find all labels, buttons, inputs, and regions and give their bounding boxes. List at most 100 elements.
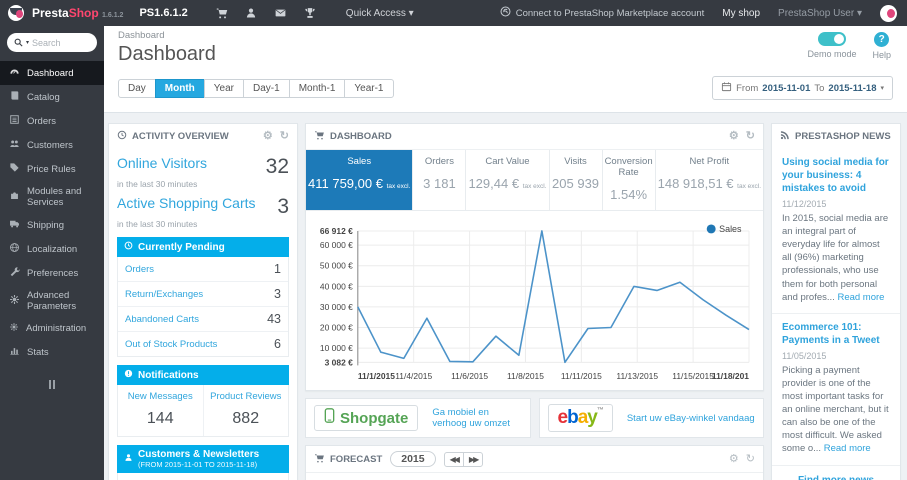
filter-month-1-button[interactable]: Month-1 (288, 78, 346, 98)
sidebar-item-dashboard[interactable]: Dashboard (0, 61, 104, 85)
tag-icon (9, 162, 20, 176)
panel-refresh-icon[interactable]: ↻ (746, 131, 755, 142)
search-input[interactable] (32, 37, 89, 48)
new-messages-cell[interactable]: New Messages 144 (118, 385, 203, 436)
kpi-tab-net-profit[interactable]: Net Profit 148 918,51 € tax excl. (656, 150, 763, 210)
active-carts-value: 3 (277, 195, 289, 218)
svg-text:40 000 €: 40 000 € (320, 281, 353, 291)
sidebar-item-preferences[interactable]: Preferences (0, 261, 104, 285)
panel-title: FORECAST (330, 453, 383, 465)
read-more-link[interactable]: Read more (824, 443, 871, 454)
gauge-icon (9, 66, 20, 80)
find-more-news-link[interactable]: Find more news (772, 464, 900, 480)
demo-mode-control: Demo mode (807, 32, 856, 60)
notifications-header: Notifications (117, 365, 289, 385)
marketplace-link[interactable]: Connect to PrestaShop Marketplace accoun… (500, 6, 704, 20)
panel-title: ACTIVITY OVERVIEW (132, 131, 229, 142)
pending-row-returns: Return/Exchanges 3 (118, 282, 288, 307)
brand-name: PrestaShop 1.6.1.2 (32, 6, 124, 20)
sidebar-item-shipping[interactable]: Shipping (0, 213, 104, 237)
sidebar-item-label: Catalog (27, 91, 60, 103)
kpi-tab-cart-value[interactable]: Cart Value 129,44 € tax excl. (466, 150, 550, 210)
svg-text:50 000 €: 50 000 € (320, 261, 353, 271)
forecast-year[interactable]: 2015 (390, 451, 436, 468)
people-icon (9, 138, 20, 152)
chevron-down-icon: ▾ (880, 85, 884, 92)
cart-icon[interactable] (216, 7, 228, 19)
news-article: Ecommerce 101: Payments in a Tweet 11/05… (772, 312, 900, 465)
breadcrumb[interactable]: Dashboard (118, 30, 893, 41)
news-article-date: 11/12/2015 (782, 199, 827, 209)
pending-row-orders: Orders 1 (118, 257, 288, 282)
prestashop-logo-icon (8, 5, 24, 21)
book-icon (9, 90, 20, 104)
sidebar-item-label: Advanced Parameters (27, 290, 77, 312)
kpi-tab-conversion-rate[interactable]: Conversion Rate 1.54% (603, 150, 656, 210)
shopgate-ad[interactable]: Shopgate Ga mobiel en verhoog uw omzet (305, 398, 531, 439)
panel-settings-icon[interactable]: ⚙ (729, 453, 739, 465)
active-carts-link[interactable]: Active Shopping Carts (117, 195, 256, 211)
bar-chart-icon (9, 345, 20, 359)
sidebar-item-price-rules[interactable]: Price Rules (0, 157, 104, 181)
svg-text:11/18/201: 11/18/201 (712, 371, 749, 381)
sidebar-item-modules[interactable]: Modules and Services (0, 181, 104, 213)
clock-icon (124, 241, 133, 253)
my-shop-link[interactable]: My shop (722, 8, 760, 19)
sidebar-item-administration[interactable]: Administration (0, 317, 104, 340)
news-article-title[interactable]: Ecommerce 101: Payments in a Tweet (782, 321, 890, 347)
panel-refresh-icon[interactable]: ↻ (746, 453, 755, 465)
demo-mode-label: Demo mode (807, 49, 857, 59)
panel-refresh-icon[interactable]: ↻ (280, 131, 289, 142)
forecast-next-button[interactable]: ▶▶ (462, 451, 484, 467)
user-menu[interactable]: PrestaShop User ▾ (778, 8, 862, 19)
online-visitors-value: 32 (265, 155, 289, 178)
envelope-icon[interactable] (274, 7, 287, 19)
ebay-ad-link[interactable]: Start uw eBay-winkel vandaag (627, 413, 755, 424)
sidebar-item-label: Orders (27, 115, 57, 127)
dashboard-panel: DASHBOARD ⚙ ↻ Sales 411 759,00 € tax exc… (305, 123, 764, 392)
sidebar-item-label: Price Rules (27, 163, 76, 175)
kpi-tab-orders[interactable]: Orders 3 181 (413, 150, 467, 210)
filter-day-1-button[interactable]: Day-1 (243, 78, 290, 98)
filter-month-button[interactable]: Month (154, 78, 205, 98)
sidebar-item-label: Localization (27, 243, 78, 255)
forecast-prev-button[interactable]: ◀◀ (443, 451, 464, 467)
user-avatar[interactable] (880, 4, 897, 22)
help-icon[interactable]: ? (874, 32, 890, 47)
sidebar-item-catalog[interactable]: Catalog (0, 85, 104, 109)
read-more-link[interactable]: Read more (837, 292, 884, 303)
sidebar-item-customers[interactable]: Customers (0, 133, 104, 157)
sidebar-item-label: Dashboard (27, 67, 74, 79)
date-range-button[interactable]: From 2015-11-01 To 2015-11-18 ▾ (712, 76, 893, 100)
shopgate-ad-link[interactable]: Ga mobiel en verhoog uw omzet (432, 407, 521, 429)
user-icon[interactable] (245, 7, 257, 19)
marketplace-icon (500, 6, 511, 20)
product-reviews-cell[interactable]: Product Reviews 882 (202, 385, 289, 436)
sidebar-collapse-handle[interactable] (0, 380, 104, 389)
topbar: PrestaShop 1.6.1.2 PS1.6.1.2 Quick Acces… (0, 0, 907, 26)
sales-line-chart: 11/1/2015 11/4/2015 11/6/2015 11/8/2015 11/1… (320, 224, 750, 381)
panel-settings-icon[interactable]: ⚙ (263, 131, 273, 142)
news-article-title[interactable]: Using social media for your business: 4 … (782, 156, 890, 195)
sidebar-item-orders[interactable]: Orders (0, 109, 104, 133)
kpi-tab-visits[interactable]: Visits 205 939 (550, 150, 603, 210)
demo-mode-toggle[interactable] (817, 32, 846, 46)
ebay-ad[interactable]: ebay™ Start uw eBay-winkel vandaag (538, 398, 764, 439)
sidebar-item-advanced-parameters[interactable]: Advanced Parameters (0, 285, 104, 317)
filter-year-1-button[interactable]: Year-1 (344, 78, 394, 98)
panel-settings-icon[interactable]: ⚙ (729, 131, 739, 142)
quick-access-menu[interactable]: Quick Access ▾ (346, 8, 414, 19)
kpi-tab-sales[interactable]: Sales 411 759,00 € tax excl. (306, 150, 414, 210)
search-caret-icon[interactable]: ▾ (26, 39, 29, 46)
sidebar-item-stats[interactable]: Stats (0, 340, 104, 364)
sidebar-item-localization[interactable]: Localization (0, 237, 104, 261)
filter-year-button[interactable]: Year (203, 78, 245, 98)
activity-overview-panel: ACTIVITY OVERVIEW ⚙ ↻ Online Visitors 32… (108, 123, 298, 480)
sidebar-search[interactable]: ▾ (7, 33, 97, 52)
sidebar-item-label: Customers (27, 139, 73, 151)
svg-text:11/8/2015: 11/8/2015 (507, 371, 544, 381)
filter-day-button[interactable]: Day (118, 78, 156, 98)
kpi-tabs: Sales 411 759,00 € tax excl. Orders 3 18… (306, 150, 763, 211)
trophy-icon[interactable] (304, 7, 316, 19)
online-visitors-link[interactable]: Online Visitors (117, 155, 207, 171)
